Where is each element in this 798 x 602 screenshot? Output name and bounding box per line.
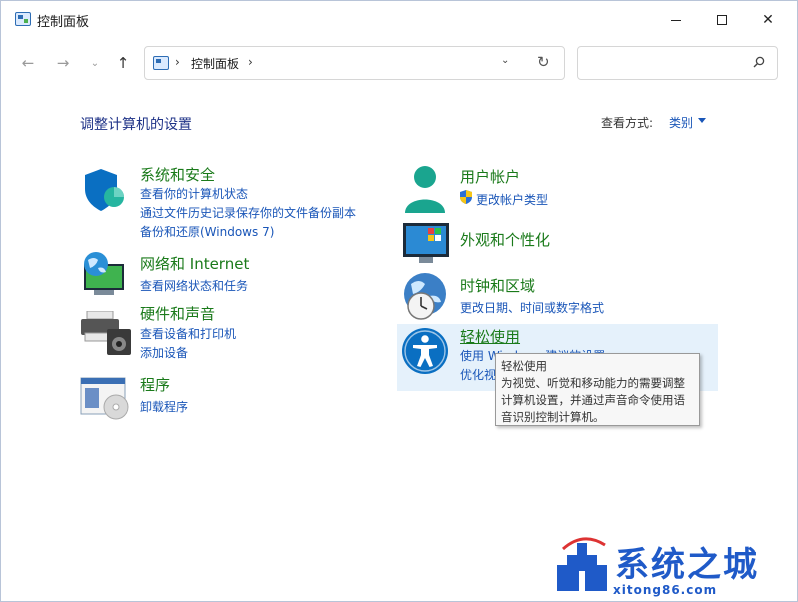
arrow-left-icon: ←	[21, 54, 35, 72]
maximize-button[interactable]	[699, 1, 745, 39]
close-icon: ✕	[762, 12, 774, 28]
category-ease-of-access[interactable]: 轻松使用	[460, 326, 520, 347]
uac-shield-icon	[460, 190, 472, 204]
view-by-dropdown-icon[interactable]	[698, 118, 706, 123]
search-box[interactable]	[577, 46, 778, 80]
search-icon[interactable]	[753, 56, 765, 68]
link-file-history[interactable]: 通过文件历史记录保存你的文件备份副本	[140, 204, 356, 221]
link-network-status[interactable]: 查看网络状态和任务	[140, 277, 248, 294]
link-change-account-type[interactable]: 更改帐户类型	[476, 191, 548, 208]
control-panel-icon	[153, 56, 169, 70]
castle-logo-icon	[557, 537, 607, 591]
arrow-right-icon: →	[56, 54, 70, 72]
link-devices-printers[interactable]: 查看设备和打印机	[140, 325, 236, 342]
view-by-dropdown[interactable]: 类别	[669, 114, 693, 131]
programs-icon[interactable]	[80, 377, 130, 421]
link-uninstall-program[interactable]: 卸载程序	[140, 398, 188, 415]
window-title: 控制面板	[37, 15, 90, 30]
tooltip: 轻松使用 为视觉、听觉和移动能力的需要调整计算机设置，并通过声音命令使用语音识别…	[495, 353, 700, 426]
link-optimize-display[interactable]: 优化视	[460, 366, 496, 383]
back-button[interactable]: ←	[16, 51, 40, 75]
shield-icon[interactable]	[81, 167, 127, 213]
category-user-accounts[interactable]: 用户帐户	[460, 166, 520, 187]
network-globe-icon[interactable]	[80, 250, 128, 298]
category-system-security[interactable]: 系统和安全	[140, 164, 215, 185]
printer-speaker-icon[interactable]	[81, 311, 131, 355]
ease-of-access-icon[interactable]	[401, 327, 449, 375]
control-panel-icon	[15, 12, 31, 26]
address-bar[interactable]: › 控制面板 › ⌄ ↻	[144, 46, 565, 80]
minimize-button[interactable]	[653, 1, 699, 39]
watermark-url: xitong86.com	[613, 583, 718, 597]
tooltip-title: 轻松使用	[501, 359, 547, 373]
arrow-up-icon: ↑	[116, 54, 130, 72]
recent-locations-button[interactable]: ⌄	[83, 51, 107, 75]
link-backup-restore[interactable]: 备份和还原(Windows 7)	[140, 223, 274, 240]
up-button[interactable]: ↑	[111, 51, 135, 75]
title-bar[interactable]: 控制面板 ✕	[1, 1, 797, 39]
appearance-monitor-icon[interactable]	[402, 222, 452, 266]
tooltip-body: 为视觉、听觉和移动能力的需要调整计算机设置，并通过声音命令使用语音识别控制计算机…	[501, 376, 685, 424]
close-button[interactable]: ✕	[745, 1, 791, 39]
chevron-down-icon: ⌄	[90, 57, 100, 69]
watermark-text: 系统之城	[615, 545, 759, 585]
breadcrumb-chevron-icon[interactable]: ›	[175, 55, 180, 69]
category-clock-region[interactable]: 时钟和区域	[460, 275, 535, 296]
breadcrumb-chevron-icon[interactable]: ›	[248, 55, 253, 69]
page-title: 调整计算机的设置	[80, 117, 192, 133]
refresh-icon[interactable]: ↻	[537, 53, 550, 71]
control-panel-window: 控制面板 ✕ ← → ⌄ ↑ › 控制面板 › ⌄ ↻ 调整计算机的设置 查看方…	[0, 0, 798, 602]
address-dropdown-icon[interactable]: ⌄	[501, 55, 509, 66]
link-view-computer-status[interactable]: 查看你的计算机状态	[140, 185, 248, 202]
category-network-internet[interactable]: 网络和 Internet	[140, 253, 249, 274]
breadcrumb-control-panel[interactable]: 控制面板	[191, 55, 239, 72]
category-hardware-sound[interactable]: 硬件和声音	[140, 303, 215, 324]
category-appearance[interactable]: 外观和个性化	[460, 229, 550, 250]
view-by-label: 查看方式:	[601, 116, 654, 130]
link-add-device[interactable]: 添加设备	[140, 344, 188, 361]
category-programs[interactable]: 程序	[140, 374, 170, 395]
watermark: 系统之城 xitong86.com	[549, 529, 797, 601]
user-account-icon[interactable]	[402, 165, 448, 215]
link-change-date-time[interactable]: 更改日期、时间或数字格式	[460, 299, 604, 316]
maximize-icon	[717, 15, 727, 25]
forward-button[interactable]: →	[51, 51, 75, 75]
minimize-icon	[671, 19, 681, 21]
clock-globe-icon[interactable]	[401, 272, 451, 322]
